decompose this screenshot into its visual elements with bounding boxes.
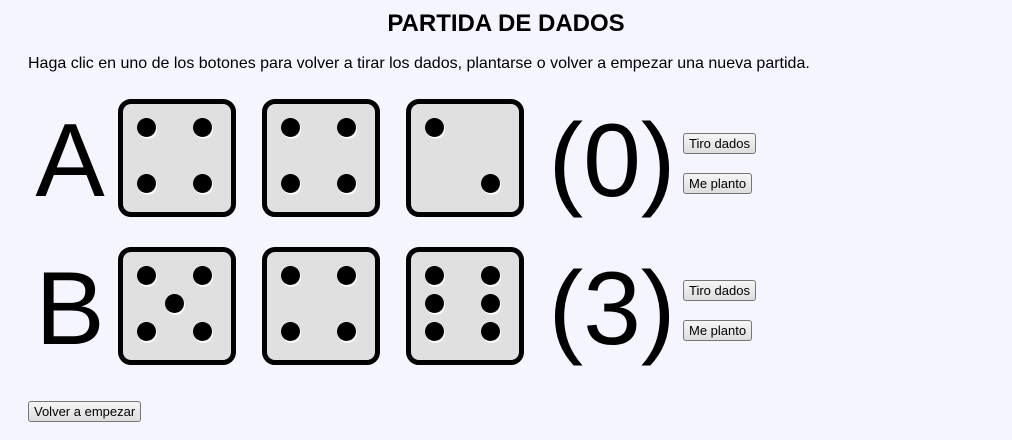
player-score: (0) <box>548 103 676 219</box>
die-pip <box>337 266 356 285</box>
die-pip <box>337 322 356 341</box>
die-pip <box>337 174 356 193</box>
die-pip <box>281 322 300 341</box>
die-pip <box>481 294 500 313</box>
die-pip <box>281 266 300 285</box>
player-row-b: B (3) Tiro dados Me planto <box>0 244 1012 374</box>
die-face-5 <box>118 247 236 365</box>
die-pip <box>425 118 444 137</box>
stand-button[interactable]: Me planto <box>683 173 753 194</box>
player-label: B <box>35 251 105 367</box>
stand-button[interactable]: Me planto <box>683 320 753 341</box>
die-pip <box>137 174 156 193</box>
die-pip <box>481 174 500 193</box>
roll-dice-button[interactable]: Tiro dados <box>683 280 756 301</box>
die-face-4 <box>262 247 380 365</box>
die-pip <box>193 174 212 193</box>
die-face-2 <box>406 99 524 217</box>
die-pip <box>281 118 300 137</box>
player-label: A <box>35 103 105 219</box>
die-pip <box>137 266 156 285</box>
die-pip <box>137 322 156 341</box>
die-pip <box>193 322 212 341</box>
roll-dice-button[interactable]: Tiro dados <box>683 133 756 154</box>
die-pip <box>337 118 356 137</box>
die-pip <box>193 118 212 137</box>
die-pip <box>481 266 500 285</box>
die-face-6 <box>406 247 524 365</box>
die-pip <box>281 174 300 193</box>
player-score: (3) <box>548 251 676 367</box>
die-face-4 <box>262 99 380 217</box>
instructions-text: Haga clic en uno de los botones para vol… <box>28 55 810 72</box>
die-pip <box>425 294 444 313</box>
page-title: PARTIDA DE DADOS <box>387 10 625 37</box>
die-pip <box>425 322 444 341</box>
die-pip <box>165 294 184 313</box>
die-pip <box>481 322 500 341</box>
restart-button[interactable]: Volver a empezar <box>28 401 142 422</box>
die-face-4 <box>118 99 236 217</box>
die-pip <box>137 118 156 137</box>
player-row-a: A (0) Tiro dados Me planto <box>0 96 1012 226</box>
die-pip <box>193 266 212 285</box>
die-pip <box>425 266 444 285</box>
